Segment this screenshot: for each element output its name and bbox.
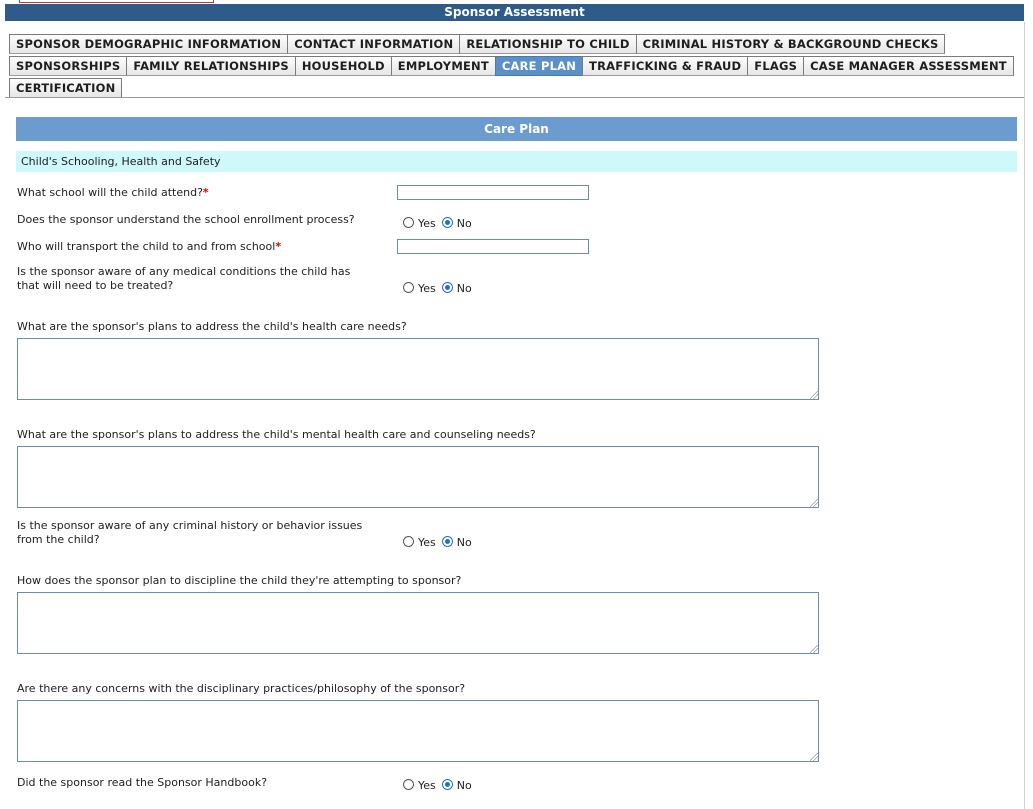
tab-criminal-history[interactable]: CRIMINAL HISTORY & BACKGROUND CHECKS <box>635 34 946 54</box>
enrollment-yes-radio[interactable] <box>403 216 414 228</box>
transport-question: Who will transport the child to and from… <box>17 240 377 254</box>
tab-sponsor-demographic-information[interactable]: SPONSOR DEMOGRAPHIC INFORMATION <box>9 34 289 54</box>
handbook-radio-group: Yes No <box>403 778 478 792</box>
enrollment-radio-group: Yes No <box>403 216 478 230</box>
no-label: No <box>456 778 472 792</box>
concerns-wrapper <box>17 700 819 762</box>
school-input[interactable] <box>397 185 589 200</box>
no-label: No <box>456 281 472 295</box>
tab-relationship-to-child[interactable]: RELATIONSHIP TO CHILD <box>459 34 637 54</box>
yes-label: Yes <box>418 216 436 230</box>
top-highlight-box <box>19 0 214 3</box>
required-marker: * <box>275 240 282 253</box>
criminal-no-radio[interactable] <box>441 535 453 547</box>
tab-flags[interactable]: FLAGS <box>747 56 805 76</box>
tab-sponsorships[interactable]: SPONSORSHIPS <box>9 56 128 76</box>
required-marker: * <box>202 186 209 199</box>
handbook-no-radio[interactable] <box>441 778 453 790</box>
criminal-radio-group: Yes No <box>403 535 478 549</box>
mental-plan-textarea[interactable] <box>17 446 819 508</box>
tab-trafficking-fraud[interactable]: TRAFFICKING & FRAUD <box>582 56 749 76</box>
discipline-textarea[interactable] <box>17 592 819 654</box>
health-plan-textarea[interactable] <box>17 338 819 400</box>
health-plan-label: What are the sponsor's plans to address … <box>17 320 407 333</box>
handbook-label: Did the sponsor read the Sponsor Handboo… <box>17 776 268 789</box>
tab-certification[interactable]: CERTIFICATION <box>9 78 123 98</box>
transport-input[interactable] <box>397 239 589 254</box>
discipline-wrapper <box>17 592 819 654</box>
handbook-yes-radio[interactable] <box>403 778 414 790</box>
tab-employment[interactable]: EMPLOYMENT <box>390 56 496 76</box>
resize-handle-icon[interactable] <box>810 753 818 761</box>
medical-yes-radio[interactable] <box>403 281 414 293</box>
section-title: Care Plan <box>16 117 1017 141</box>
tab-household[interactable]: HOUSEHOLD <box>294 56 392 76</box>
enrollment-label: Does the sponsor understand the school e… <box>17 213 355 226</box>
mental-plan-wrapper <box>17 446 819 508</box>
no-label: No <box>456 216 472 230</box>
mental-plan-label: What are the sponsor's plans to address … <box>17 428 536 441</box>
yes-label: Yes <box>418 535 436 549</box>
subsection-heading: Child's Schooling, Health and Safety <box>16 151 1017 172</box>
school-question: What school will the child attend?* <box>17 186 377 200</box>
tab-divider <box>5 97 1024 98</box>
tab-contact-information[interactable]: CONTACT INFORMATION <box>287 34 461 54</box>
tab-bar: SPONSOR DEMOGRAPHIC INFORMATION CONTACT I… <box>9 34 1021 100</box>
concerns-label: Are there any concerns with the discipli… <box>17 682 466 695</box>
criminal-label: Is the sponsor aware of any criminal his… <box>17 519 363 546</box>
tab-row-1: SPONSOR DEMOGRAPHIC INFORMATION CONTACT I… <box>9 34 1021 56</box>
medical-radio-group: Yes No <box>403 281 478 295</box>
yes-label: Yes <box>418 778 436 792</box>
tab-case-manager-assessment[interactable]: CASE MANAGER ASSESSMENT <box>803 56 1014 76</box>
concerns-textarea[interactable] <box>17 700 819 762</box>
page-title: Sponsor Assessment <box>5 4 1024 21</box>
discipline-label: How does the sponsor plan to discipline … <box>17 574 462 587</box>
health-plan-wrapper <box>17 338 819 400</box>
medical-label: Is the sponsor aware of any medical cond… <box>17 265 351 292</box>
enrollment-no-radio[interactable] <box>441 216 453 228</box>
resize-handle-icon[interactable] <box>810 499 818 507</box>
resize-handle-icon[interactable] <box>810 391 818 399</box>
tab-row-2: SPONSORSHIPS FAMILY RELATIONSHIPS HOUSEHOL… <box>9 56 1021 78</box>
criminal-yes-radio[interactable] <box>403 535 414 547</box>
medical-no-radio[interactable] <box>441 281 453 293</box>
resize-handle-icon[interactable] <box>810 645 818 653</box>
yes-label: Yes <box>418 281 436 295</box>
transport-label: Who will transport the child to and from… <box>17 240 276 253</box>
right-border <box>1024 22 1025 809</box>
tab-family-relationships[interactable]: FAMILY RELATIONSHIPS <box>126 56 296 76</box>
tab-care-plan[interactable]: CARE PLAN <box>494 56 584 76</box>
school-label: What school will the child attend? <box>17 186 203 199</box>
no-label: No <box>456 535 472 549</box>
